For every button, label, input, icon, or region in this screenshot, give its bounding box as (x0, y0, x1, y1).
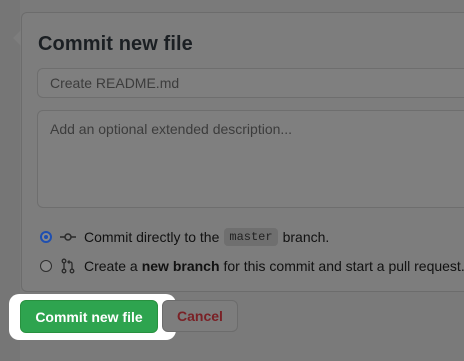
new-branch-emphasis: new branch (141, 258, 220, 274)
new-branch-text: Create a (84, 258, 138, 274)
commit-direct-suffix: branch. (282, 229, 330, 245)
commit-direct-radio[interactable] (40, 231, 52, 243)
page-title: Commit new file (38, 33, 193, 55)
cancel-button[interactable]: Cancel (162, 300, 238, 332)
commit-summary-input[interactable] (37, 68, 464, 98)
commit-new-file-button[interactable]: Commit new file (20, 300, 158, 333)
new-branch-suffix: for this commit and start a pull request… (223, 258, 464, 274)
commit-description-textarea[interactable] (37, 110, 464, 208)
panel-pointer (13, 30, 21, 46)
commit-direct-text: Commit directly to the (84, 229, 220, 245)
commit-direct-option[interactable]: Commit directly to the master branch. (40, 227, 329, 247)
branch-name: master (224, 228, 278, 246)
git-commit-icon (60, 233, 76, 241)
git-pull-request-icon (61, 258, 75, 274)
new-branch-radio[interactable] (40, 260, 52, 272)
new-branch-option[interactable]: Create a new branch for this commit and … (40, 256, 464, 276)
